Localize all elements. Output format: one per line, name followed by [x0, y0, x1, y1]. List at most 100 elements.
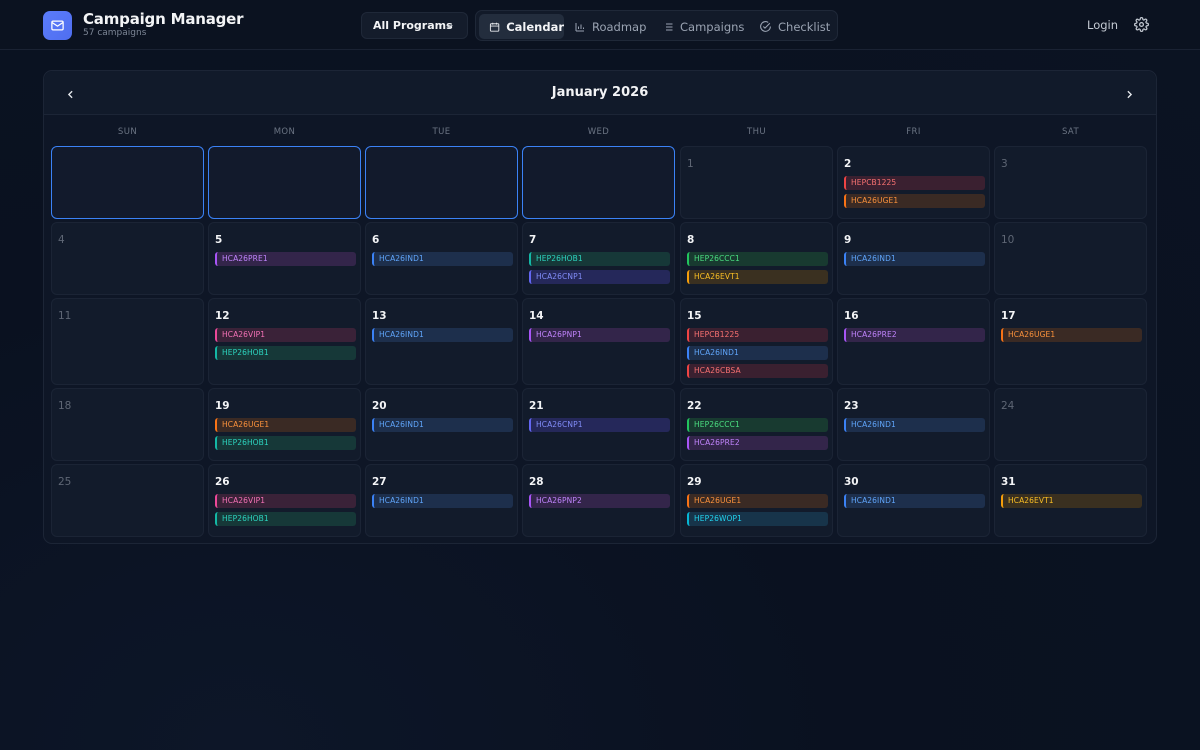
campaign-event[interactable]: HCA26PNP1: [529, 328, 670, 342]
day-cell[interactable]: 9 HCA26IND1: [837, 222, 990, 295]
day-cell[interactable]: 22 HEP26CCC1 HCA26PRE2: [680, 388, 833, 461]
day-cell[interactable]: 18: [51, 388, 204, 461]
campaign-event[interactable]: HEPCB1225: [687, 328, 828, 342]
day-cell[interactable]: 21 HCA26CNP1: [522, 388, 675, 461]
campaign-event[interactable]: HEP26HOB1: [215, 436, 356, 450]
campaign-event[interactable]: HCA26EVT1: [1001, 494, 1142, 508]
day-number: 10: [1001, 234, 1015, 246]
chevron-right-icon: [1127, 90, 1133, 99]
day-number: 24: [1001, 400, 1015, 412]
day-cell[interactable]: 30 HCA26IND1: [837, 464, 990, 537]
day-number: 12: [215, 310, 230, 322]
campaign-event[interactable]: HCA26IND1: [844, 252, 985, 266]
mail-icon[interactable]: [43, 11, 72, 40]
campaign-event[interactable]: HEP26CCC1: [687, 418, 828, 432]
program-select-value: All Programs: [373, 19, 453, 32]
campaign-event[interactable]: HCA26CNP1: [529, 270, 670, 284]
bar-chart-icon: [575, 22, 584, 31]
day-number: 21: [529, 400, 544, 412]
day-cell[interactable]: 11: [51, 298, 204, 385]
campaign-event[interactable]: HEP26HOB1: [529, 252, 670, 266]
campaign-event[interactable]: HEP26CCC1: [687, 252, 828, 266]
campaign-event[interactable]: HCA26CNP1: [529, 418, 670, 432]
campaign-event[interactable]: HCA26UGE1: [1001, 328, 1142, 342]
day-cell[interactable]: 2 HEPCB1225 HCA26UGE1: [837, 146, 990, 219]
day-number: 23: [844, 400, 859, 412]
campaign-event[interactable]: HCA26VIP1: [215, 328, 356, 342]
day-cell[interactable]: 1: [680, 146, 833, 219]
tab-campaigns[interactable]: Campaigns: [662, 14, 752, 39]
day-cell[interactable]: 13 HCA26IND1: [365, 298, 518, 385]
campaign-event[interactable]: HCA26IND1: [372, 328, 513, 342]
campaign-event[interactable]: HCA26IND1: [372, 252, 513, 266]
day-cell[interactable]: 19 HCA26UGE1 HEP26HOB1: [208, 388, 361, 461]
day-cell[interactable]: 16 HCA26PRE2: [837, 298, 990, 385]
day-cell[interactable]: 6 HCA26IND1: [365, 222, 518, 295]
campaign-event[interactable]: HCA26IND1: [687, 346, 828, 360]
tab-calendar[interactable]: Calendar: [479, 14, 564, 39]
campaign-event[interactable]: HCA26CBSA: [687, 364, 828, 378]
login-link[interactable]: Login: [1087, 18, 1118, 32]
day-number: 16: [844, 310, 859, 322]
campaign-event[interactable]: HEPCB1225: [844, 176, 985, 190]
day-cell[interactable]: 25: [51, 464, 204, 537]
tab-roadmap[interactable]: Roadmap: [573, 14, 653, 39]
tab-checklist-label: Checklist: [778, 19, 831, 34]
day-cell[interactable]: 31 HCA26EVT1: [994, 464, 1147, 537]
next-month-button[interactable]: [1123, 86, 1136, 105]
campaign-event[interactable]: HEP26WOP1: [687, 512, 828, 526]
month-title: January 2026: [551, 85, 649, 100]
campaign-event[interactable]: HCA26PRE2: [687, 436, 828, 450]
campaign-event[interactable]: HEP26HOB1: [215, 512, 356, 526]
app-header: Campaign Manager 57 campaigns All Progra…: [0, 0, 1200, 50]
empty-day-cell[interactable]: [522, 146, 675, 219]
day-number: 17: [1001, 310, 1016, 322]
day-cell[interactable]: 29 HCA26UGE1 HEP26WOP1: [680, 464, 833, 537]
weekday-label: WED: [587, 127, 610, 137]
day-cell[interactable]: 27 HCA26IND1: [365, 464, 518, 537]
day-cell[interactable]: 26 HCA26VIP1 HEP26HOB1: [208, 464, 361, 537]
chevron-down-icon: [446, 24, 453, 29]
campaign-event[interactable]: HCA26PRE2: [844, 328, 985, 342]
day-cell[interactable]: 15 HEPCB1225 HCA26IND1 HCA26CBSA: [680, 298, 833, 385]
day-cell[interactable]: 28 HCA26PNP2: [522, 464, 675, 537]
campaign-event[interactable]: HEP26HOB1: [215, 346, 356, 360]
day-number: 8: [687, 234, 695, 246]
campaign-event[interactable]: HCA26IND1: [844, 418, 985, 432]
day-cell[interactable]: 5 HCA26PRE1: [208, 222, 361, 295]
day-number: 26: [215, 476, 230, 488]
campaign-event[interactable]: HCA26PNP2: [529, 494, 670, 508]
day-number: 18: [58, 400, 72, 412]
campaign-event[interactable]: HCA26IND1: [372, 418, 513, 432]
gear-icon[interactable]: [1134, 17, 1149, 36]
empty-day-cell[interactable]: [51, 146, 204, 219]
day-cell[interactable]: 7 HEP26HOB1 HCA26CNP1: [522, 222, 675, 295]
campaign-event[interactable]: HCA26IND1: [844, 494, 985, 508]
weekday-label: SAT: [1061, 127, 1080, 137]
program-select[interactable]: All Programs: [361, 12, 468, 39]
campaign-event[interactable]: HCA26IND1: [372, 494, 513, 508]
campaign-event[interactable]: HCA26UGE1: [687, 494, 828, 508]
day-cell[interactable]: 17 HCA26UGE1: [994, 298, 1147, 385]
day-cell[interactable]: 3: [994, 146, 1147, 219]
day-cell[interactable]: 14 HCA26PNP1: [522, 298, 675, 385]
day-cell[interactable]: 8 HEP26CCC1 HCA26EVT1: [680, 222, 833, 295]
day-cell[interactable]: 12 HCA26VIP1 HEP26HOB1: [208, 298, 361, 385]
day-number: 20: [372, 400, 387, 412]
day-number: 5: [215, 234, 223, 246]
empty-day-cell[interactable]: [208, 146, 361, 219]
campaign-event[interactable]: HCA26UGE1: [844, 194, 985, 208]
day-cell[interactable]: 4: [51, 222, 204, 295]
empty-day-cell[interactable]: [365, 146, 518, 219]
day-number: 2: [844, 158, 852, 170]
campaign-event[interactable]: HCA26UGE1: [215, 418, 356, 432]
day-cell[interactable]: 20 HCA26IND1: [365, 388, 518, 461]
day-cell[interactable]: 10: [994, 222, 1147, 295]
day-cell[interactable]: 23 HCA26IND1: [837, 388, 990, 461]
campaign-event[interactable]: HCA26EVT1: [687, 270, 828, 284]
campaign-event[interactable]: HCA26VIP1: [215, 494, 356, 508]
day-cell[interactable]: 24: [994, 388, 1147, 461]
tab-calendar-label: Calendar: [506, 19, 564, 34]
campaign-event[interactable]: HCA26PRE1: [215, 252, 356, 266]
tab-checklist[interactable]: Checklist: [759, 14, 836, 39]
